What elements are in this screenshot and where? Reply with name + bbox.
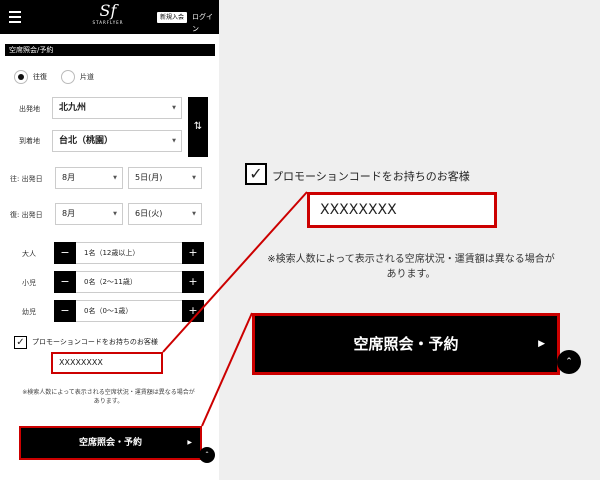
connector-line-promo: [162, 191, 308, 353]
callout-connectors: [162, 191, 308, 427]
connector-line-button: [201, 312, 253, 427]
